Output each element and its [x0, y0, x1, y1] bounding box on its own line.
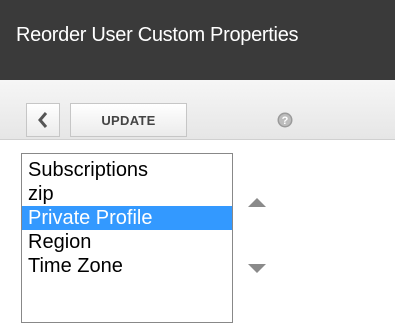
toolbar: UPDATE ?	[0, 80, 395, 140]
move-down-icon[interactable]	[248, 264, 266, 273]
list-item-selected[interactable]: Private Profile	[22, 206, 232, 230]
properties-listbox[interactable]: Subscriptions zip Private Profile Region…	[21, 153, 233, 323]
list-item[interactable]: zip	[22, 182, 232, 206]
question-mark-icon[interactable]: ?	[277, 112, 293, 128]
svg-text:?: ?	[282, 115, 289, 127]
update-button[interactable]: UPDATE	[70, 103, 187, 137]
back-button[interactable]	[26, 103, 60, 137]
page-title: Reorder User Custom Properties	[0, 0, 395, 80]
list-item[interactable]: Region	[22, 230, 232, 254]
list-item[interactable]: Subscriptions	[22, 158, 232, 182]
chevron-left-icon	[38, 112, 48, 128]
move-up-icon[interactable]	[248, 198, 266, 207]
list-item[interactable]: Time Zone	[22, 254, 232, 278]
